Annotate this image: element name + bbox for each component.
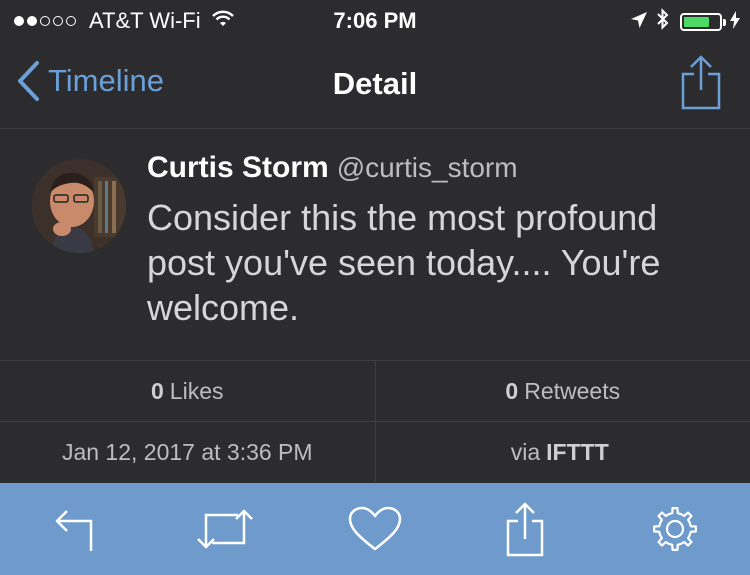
charging-bolt-icon <box>730 9 740 35</box>
location-arrow-icon <box>630 9 648 35</box>
share-button-toolbar[interactable] <box>450 483 600 575</box>
meta-row: Jan 12, 2017 at 3:36 PM via IFTTT <box>0 421 750 483</box>
likes-stat[interactable]: 0 Likes <box>0 361 376 421</box>
navigation-bar: Timeline Detail <box>0 40 750 129</box>
via-source: IFTTT <box>546 438 609 465</box>
stats-row: 0 Likes 0 Retweets <box>0 360 750 422</box>
like-button[interactable] <box>300 483 450 575</box>
battery-cap <box>723 18 726 26</box>
retweet-icon <box>197 509 253 549</box>
via-prefix: via <box>510 438 541 465</box>
status-right <box>630 8 740 36</box>
retweets-stat[interactable]: 0 Retweets <box>376 361 750 421</box>
retweets-label: Retweets <box>524 377 621 404</box>
author-handle[interactable]: @curtis_storm <box>337 152 518 183</box>
likes-count: 0 <box>151 377 164 404</box>
share-icon <box>681 55 721 110</box>
likes-label: Likes <box>169 377 224 404</box>
tweet-timestamp: Jan 12, 2017 at 3:36 PM <box>0 421 376 483</box>
battery-icon <box>680 13 722 31</box>
status-bar: AT&T Wi-Fi 7:06 PM <box>0 0 750 40</box>
share-button[interactable] <box>680 54 722 115</box>
share-icon <box>506 502 544 557</box>
bluetooth-icon <box>656 8 670 36</box>
reply-icon <box>55 510 93 551</box>
gear-icon <box>653 507 697 551</box>
retweets-count: 0 <box>505 377 519 404</box>
heart-icon <box>348 506 402 551</box>
action-toolbar <box>0 483 750 575</box>
page-title: Detail <box>332 66 418 101</box>
avatar[interactable] <box>32 159 126 253</box>
reply-button[interactable] <box>0 483 150 575</box>
retweet-button[interactable] <box>150 483 300 575</box>
battery-level <box>684 17 709 27</box>
tweet-text: Consider this the most profound post you… <box>147 197 661 328</box>
author-name[interactable]: Curtis Storm <box>147 151 329 184</box>
tweet-source: via IFTTT <box>376 421 750 483</box>
author-line: Curtis Storm @curtis_storm <box>147 151 518 185</box>
tweet-detail: Curtis Storm @curtis_storm Consider this … <box>0 129 750 359</box>
settings-button[interactable] <box>600 483 750 575</box>
